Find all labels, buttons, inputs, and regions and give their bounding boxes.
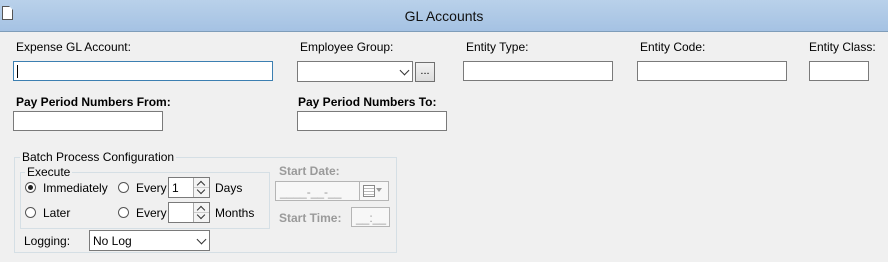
days-stepper[interactable]: 1 (168, 177, 210, 198)
entity-type-input[interactable] (463, 61, 613, 81)
every-days-label: Every (136, 181, 167, 195)
every-months-label: Every (136, 206, 167, 220)
months-stepper[interactable] (168, 202, 210, 223)
title-bar: GL Accounts (0, 0, 888, 32)
start-time-label: Start Time: (279, 211, 342, 225)
entity-code-label: Entity Code: (640, 40, 706, 54)
pay-period-from-label: Pay Period Numbers From: (16, 95, 171, 109)
start-date-input[interactable]: ____-__-__ (275, 181, 360, 201)
employee-group-browse-button[interactable]: ... (415, 62, 435, 82)
days-spin-buttons[interactable] (193, 178, 209, 197)
expense-gl-account-input[interactable] (13, 61, 273, 81)
immediately-label: Immediately (43, 181, 108, 195)
pay-period-to-input[interactable] (297, 111, 447, 131)
window-title: GL Accounts (404, 8, 484, 24)
batch-process-legend: Batch Process Configuration (22, 150, 175, 164)
expense-gl-account-label: Expense GL Account: (16, 40, 131, 54)
calendar-icon (363, 185, 375, 197)
every-months-radio[interactable] (118, 207, 129, 218)
days-value: 1 (172, 181, 179, 195)
pay-period-to-label: Pay Period Numbers To: (298, 95, 437, 109)
logging-label: Logging: (24, 234, 71, 248)
months-spin-buttons[interactable] (193, 203, 209, 222)
days-label: Days (215, 181, 243, 195)
employee-group-select[interactable] (297, 61, 413, 82)
pay-period-from-input[interactable] (13, 111, 163, 131)
logging-value: No Log (93, 234, 132, 248)
chevron-down-icon (196, 234, 207, 245)
months-label: Months (215, 206, 255, 220)
entity-class-label: Entity Class: (809, 40, 876, 54)
entity-type-label: Entity Type: (466, 40, 529, 54)
employee-group-label: Employee Group: (300, 40, 394, 54)
every-days-radio[interactable] (118, 182, 129, 193)
calendar-dropdown-button[interactable] (359, 181, 389, 201)
chevron-down-icon (399, 65, 410, 76)
chevron-down-icon (376, 188, 382, 192)
start-time-input[interactable]: __:__ (351, 207, 390, 227)
later-radio[interactable] (25, 207, 36, 218)
start-time-value: __:__ (356, 211, 387, 225)
start-date-label: Start Date: (279, 164, 340, 178)
text-caret (17, 65, 18, 78)
execute-legend: Execute (27, 165, 71, 179)
entity-code-input[interactable] (637, 61, 787, 81)
logging-select[interactable]: No Log (89, 230, 210, 251)
later-label: Later (43, 206, 71, 220)
immediately-radio[interactable] (25, 182, 36, 193)
start-date-value: ____-__-__ (280, 185, 342, 199)
entity-class-input[interactable] (809, 61, 869, 81)
